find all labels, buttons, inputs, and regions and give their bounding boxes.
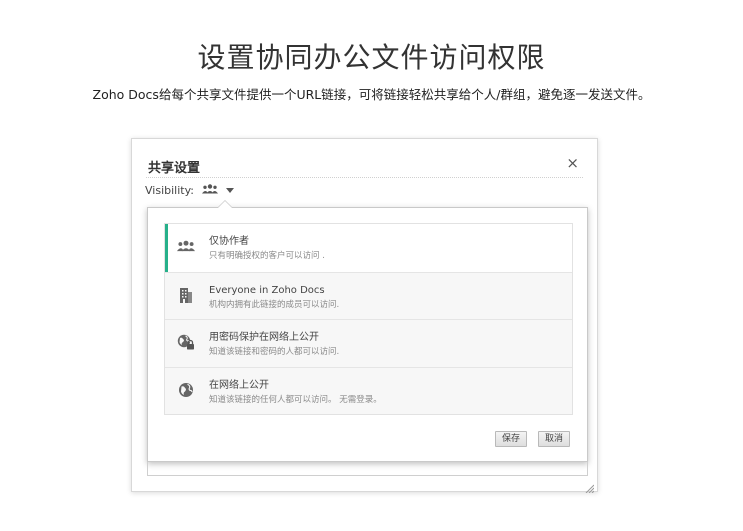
collaborators-icon [177, 238, 195, 254]
dialog-divider [146, 177, 583, 178]
globe-lock-icon [177, 334, 195, 350]
chevron-down-icon [226, 188, 235, 193]
visibility-option-collaborators[interactable]: 仅协作者 只有明确授权的客户可以访问 . [165, 224, 572, 272]
visibility-dropdown: 仅协作者 只有明确授权的客户可以访问 . Everyone in Zoho Do… [147, 200, 588, 462]
option-description: 机构内拥有此链接的成员可以访问. [209, 299, 340, 310]
option-description: 只有明确授权的客户可以访问 . [209, 251, 325, 261]
visibility-option-public[interactable]: 在网络上公开 知道该链接的任何人都可以访问。 无需登录。 [165, 366, 572, 414]
dropdown-pointer-fill [218, 201, 232, 208]
link-field[interactable] [147, 462, 588, 476]
option-title: 仅协作者 [209, 236, 249, 247]
dialog-title: 共享设置 [148, 161, 201, 176]
page-subtitle: Zoho Docs给每个共享文件提供一个URL链接，可将链接轻松共享给个人/群组… [92, 87, 651, 102]
group-icon [202, 184, 219, 197]
page-title: 设置协同办公文件访问权限 [197, 41, 546, 74]
globe-icon [177, 382, 195, 398]
option-title: 用密码保护在网络上公开 [209, 332, 319, 343]
visibility-option-public-password[interactable]: 用密码保护在网络上公开 知道该链接和密码的人都可以访问. [165, 319, 572, 367]
visibility-row: Visibility: [145, 184, 235, 197]
option-title: 在网络上公开 [209, 379, 269, 391]
option-title: Everyone in Zoho Docs [209, 284, 325, 296]
visibility-option-everyone-in-org[interactable]: Everyone in Zoho Docs 机构内拥有此链接的成员可以访问. [165, 271, 572, 319]
visibility-dropdown-toggle[interactable] [202, 184, 235, 197]
resize-grip-icon[interactable] [584, 478, 595, 494]
option-description: 知道该链接和密码的人都可以访问. [209, 347, 340, 357]
visibility-option-list: 仅协作者 只有明确授权的客户可以访问 . Everyone in Zoho Do… [164, 223, 573, 415]
cancel-button[interactable]: 取消 [538, 431, 571, 447]
option-description: 知道该链接的任何人都可以访问。 无需登录。 [209, 394, 382, 405]
visibility-label: Visibility: [145, 184, 195, 197]
close-icon[interactable]: × [566, 153, 579, 173]
organization-building-icon [177, 287, 195, 303]
share-settings-dialog: 共享设置 × Visibility: 仅协作者 只有明确授权的客户可以访问 . … [131, 138, 598, 494]
save-button[interactable]: 保存 [495, 431, 528, 447]
